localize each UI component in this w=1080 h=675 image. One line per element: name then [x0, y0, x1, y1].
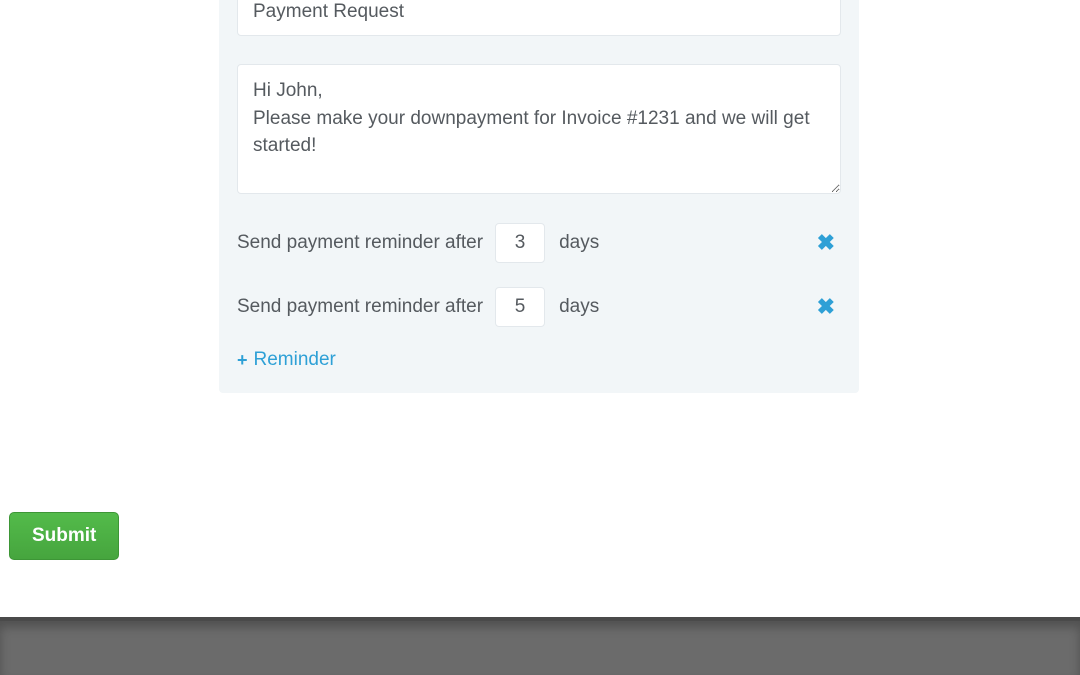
reminder-row: Send payment reminder after days ✖: [237, 223, 841, 263]
close-icon: ✖: [817, 294, 835, 319]
reminder-label-before: Send payment reminder after: [237, 296, 483, 318]
plus-icon: +: [237, 350, 248, 371]
remove-reminder-button[interactable]: ✖: [811, 292, 841, 322]
reminder-label-after: days: [559, 232, 599, 254]
reminder-days-input[interactable]: [495, 287, 545, 327]
footer-bar: [0, 617, 1080, 675]
reminder-label-before: Send payment reminder after: [237, 232, 483, 254]
close-icon: ✖: [817, 230, 835, 255]
add-reminder-label: Reminder: [254, 349, 336, 371]
reminder-label-after: days: [559, 296, 599, 318]
message-textarea[interactable]: Hi John, Please make your downpayment fo…: [237, 64, 841, 194]
subject-input[interactable]: [237, 0, 841, 36]
remove-reminder-button[interactable]: ✖: [811, 228, 841, 258]
add-reminder-button[interactable]: + Reminder: [237, 349, 336, 371]
reminder-days-input[interactable]: [495, 223, 545, 263]
submit-button[interactable]: Submit: [9, 512, 119, 560]
payment-form-panel: Hi John, Please make your downpayment fo…: [219, 0, 859, 393]
reminder-row: Send payment reminder after days ✖: [237, 287, 841, 327]
